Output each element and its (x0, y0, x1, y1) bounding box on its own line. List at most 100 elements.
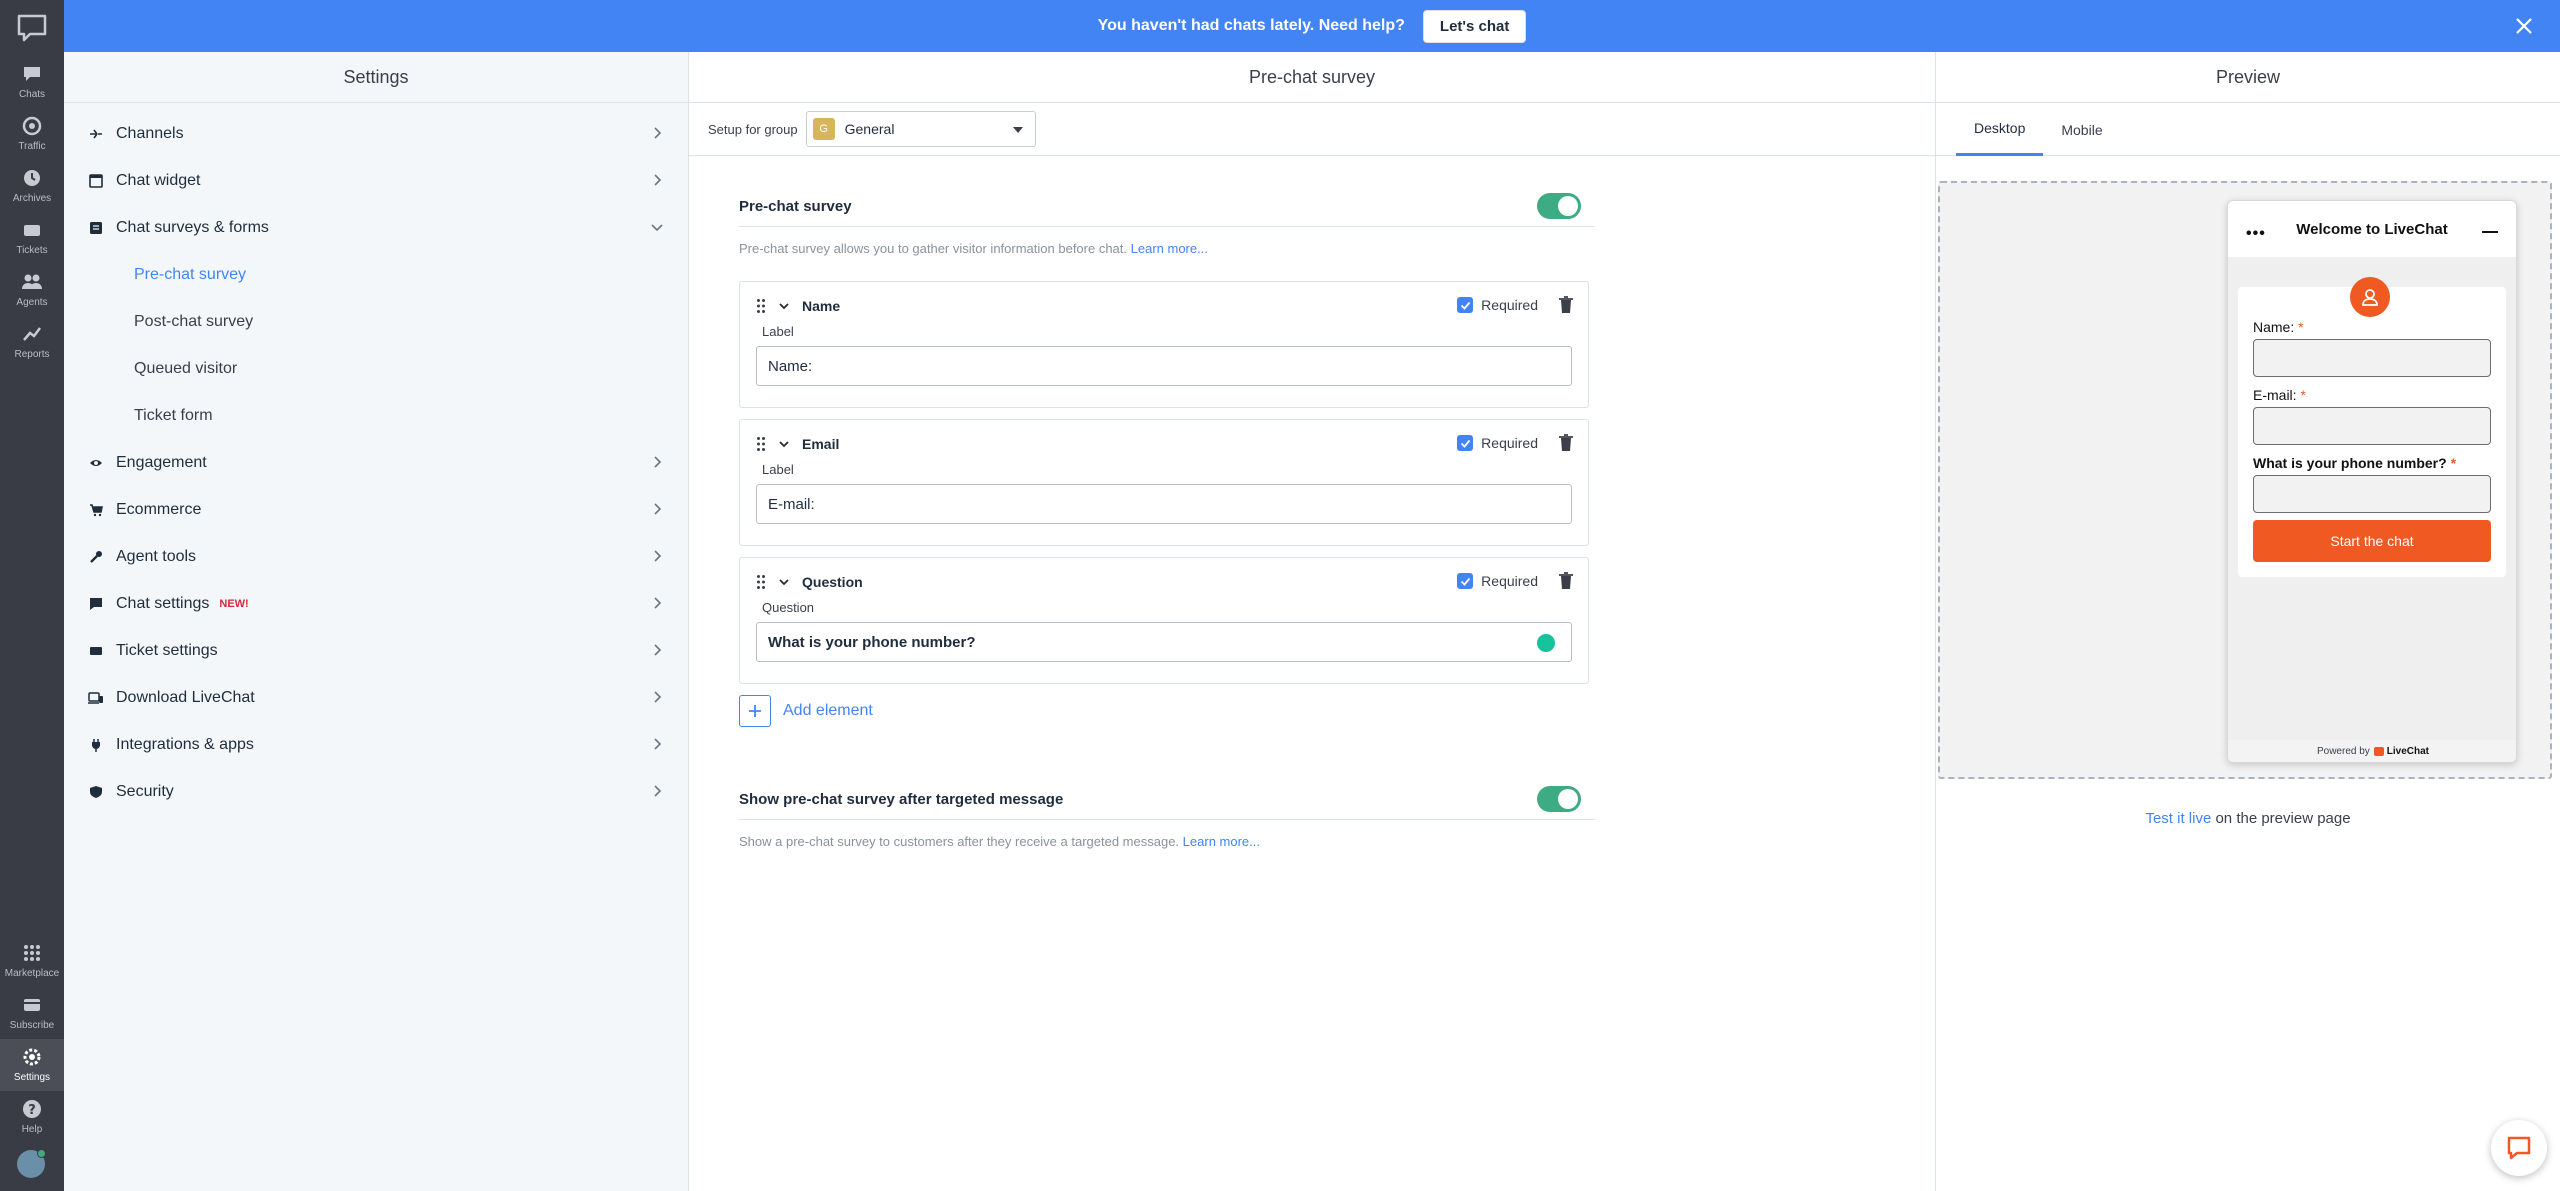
group-select[interactable]: G General (805, 111, 1036, 147)
required-checkbox[interactable]: Required (1457, 573, 1538, 589)
nav-label: Security (116, 782, 174, 800)
nav-label: Chat widget (116, 171, 201, 189)
nav-item-chat-settings[interactable]: Chat settings NEW! (64, 580, 688, 627)
gear-icon (20, 1045, 44, 1069)
label-input-name[interactable]: Name: (756, 346, 1572, 386)
section-desc-text: Pre-chat survey allows you to gather vis… (739, 241, 1128, 256)
checkbox-checked-icon (1457, 573, 1474, 589)
drag-handle-icon[interactable] (756, 298, 766, 314)
nav-item-agent-tools[interactable]: Agent tools (64, 533, 688, 580)
trash-icon[interactable] (1558, 296, 1574, 314)
chevron-right-icon (654, 691, 662, 703)
widget-email-input[interactable] (2253, 407, 2491, 445)
required-checkbox[interactable]: Required (1457, 297, 1538, 313)
drag-handle-icon[interactable] (756, 436, 766, 452)
required-star: * (2300, 387, 2306, 403)
label-input-email[interactable]: E-mail: (756, 484, 1572, 524)
tab-desktop[interactable]: Desktop (1956, 103, 2044, 156)
rail-label: Archives (12, 193, 52, 204)
test-it-live-link[interactable]: Test it live (2145, 810, 2211, 827)
sub-item-ticket-form[interactable]: Ticket form (64, 392, 688, 439)
page-title: Pre-chat survey (689, 52, 1935, 103)
nav-item-ecommerce[interactable]: Ecommerce (64, 486, 688, 533)
chevron-down-icon[interactable] (778, 438, 790, 450)
learn-more-link[interactable]: Learn more... (1131, 241, 1208, 256)
rail-item-agents[interactable]: Agents (0, 264, 64, 316)
pre-chat-survey-toggle[interactable] (1537, 193, 1581, 219)
widget-label-text: E-mail: (2253, 387, 2297, 403)
drag-handle-icon[interactable] (756, 574, 766, 590)
powered-by-text: Powered by (2316, 745, 2370, 757)
lets-chat-button[interactable]: Let's chat (1422, 9, 1527, 43)
widget-label-text: Name: (2253, 319, 2295, 335)
trash-icon[interactable] (1558, 434, 1574, 452)
pre-chat-survey-panel: Pre-chat survey Setup for group G Genera… (689, 52, 1936, 1191)
widget-label-text: What is your phone number? (2253, 455, 2447, 471)
nav-item-channels[interactable]: Channels (64, 110, 688, 157)
trash-icon[interactable] (1558, 572, 1574, 590)
nav-label: Engagement (116, 453, 207, 471)
banner-text: You haven't had chats lately. Need help? (1097, 17, 1405, 34)
nav-label: Chat settings (116, 594, 210, 612)
learn-more-link[interactable]: Learn more... (1183, 834, 1260, 849)
rail-item-subscribe[interactable]: Subscribe (0, 987, 64, 1039)
rail-item-archives[interactable]: Archives (0, 160, 64, 212)
widget-phone-input[interactable] (2253, 475, 2491, 513)
archives-icon (20, 166, 44, 190)
add-element-button[interactable]: Add element (739, 695, 873, 727)
minimize-icon[interactable] (2482, 231, 2498, 233)
chat-launcher-button[interactable] (2491, 1120, 2547, 1176)
close-icon[interactable] (2512, 14, 2536, 38)
section-description: Pre-chat survey allows you to gather vis… (739, 241, 1595, 256)
nav-label: Ticket settings (116, 641, 218, 659)
card-title: Question (802, 574, 863, 590)
chevron-down-icon[interactable] (778, 300, 790, 312)
nav-label: Channels (116, 124, 184, 142)
avatar[interactable] (17, 1149, 46, 1178)
rail-item-traffic[interactable]: Traffic (0, 108, 64, 160)
survey-field-card-email: Email Required Label E-mail: (739, 419, 1589, 546)
nav-item-chat-surveys-forms[interactable]: Chat surveys & forms (64, 204, 688, 251)
nav-label: Download LiveChat (116, 688, 255, 706)
nav-item-integrations-apps[interactable]: Integrations & apps (64, 721, 688, 768)
rail-label: Help (21, 1124, 43, 1135)
nav-item-ticket-settings[interactable]: Ticket settings (64, 627, 688, 674)
tickets-icon (20, 218, 44, 242)
targeted-message-toggle[interactable] (1537, 786, 1581, 812)
widget-name-input[interactable] (2253, 339, 2491, 377)
nav-item-security[interactable]: Security (64, 768, 688, 815)
chevron-down-icon[interactable] (778, 576, 790, 588)
nav-label: Agent tools (116, 547, 197, 565)
question-input[interactable]: What is your phone number? (756, 622, 1572, 662)
test-live-rest: on the preview page (2211, 810, 2351, 827)
nav-item-chat-widget[interactable]: Chat widget (64, 157, 688, 204)
chat-bubble-icon (20, 62, 44, 86)
rail-item-tickets[interactable]: Tickets (0, 212, 64, 264)
settings-panel: Settings Channels Chat widget Chat surve… (64, 52, 689, 1191)
nav-item-download-livechat[interactable]: Download LiveChat (64, 674, 688, 721)
shield-icon (88, 784, 104, 800)
rail-item-chats[interactable]: Chats (0, 56, 64, 108)
rail-item-help[interactable]: ? Help (0, 1091, 64, 1143)
left-rail: Chats Traffic Archives Tickets Agents Re… (0, 0, 64, 1191)
rail-item-settings[interactable]: Settings (0, 1039, 64, 1091)
card-header: Question Required (740, 558, 1588, 606)
section-title: Show pre-chat survey after targeted mess… (739, 780, 1595, 820)
nav-item-engagement[interactable]: Engagement (64, 439, 688, 486)
sub-item-pre-chat-survey[interactable]: Pre-chat survey (64, 251, 688, 298)
nav-label: Ecommerce (116, 500, 202, 518)
rail-item-marketplace[interactable]: Marketplace (0, 935, 64, 987)
more-icon[interactable]: ••• (2246, 225, 2266, 243)
tab-mobile[interactable]: Mobile (2043, 103, 2120, 156)
sub-item-post-chat-survey[interactable]: Post-chat survey (64, 298, 688, 345)
sub-item-queued-visitor[interactable]: Queued visitor (64, 345, 688, 392)
required-checkbox[interactable]: Required (1457, 435, 1538, 451)
widget-field-label: Name: * (2253, 319, 2304, 335)
livechat-logo-icon[interactable] (16, 14, 48, 42)
start-chat-button[interactable]: Start the chat (2253, 520, 2491, 562)
section-title-text: Pre-chat survey (739, 198, 852, 215)
rail-item-reports[interactable]: Reports (0, 316, 64, 368)
livechat-logo-icon (2373, 746, 2384, 756)
grammarly-icon[interactable] (1537, 634, 1555, 652)
card-title: Name (802, 298, 841, 314)
